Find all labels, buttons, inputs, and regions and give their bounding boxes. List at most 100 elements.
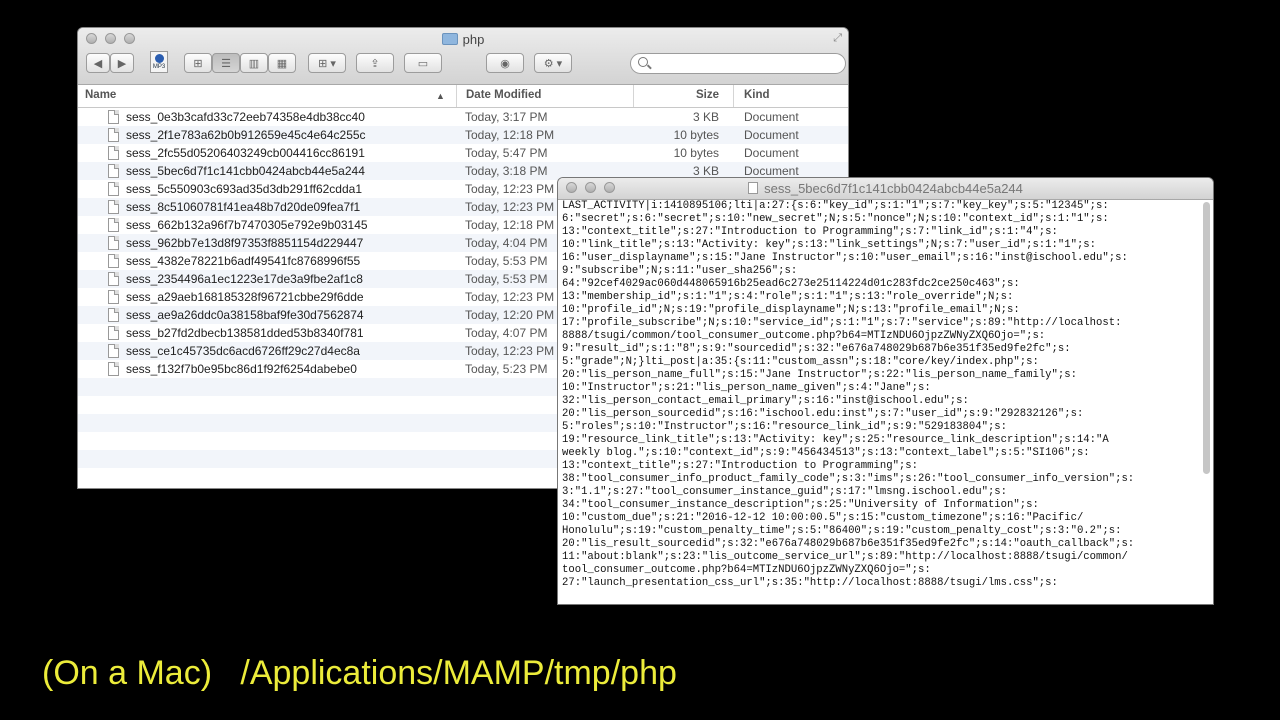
content-line: 13:"context_title";s:27:"Introduction to…: [562, 460, 919, 472]
content-line: 3:"1.1";s:27:"tool_consumer_instance_gui…: [562, 486, 1008, 498]
file-row[interactable]: sess_2f1e783a62b0b912659e45c4e64c255c Tod…: [78, 126, 848, 144]
search-icon: [638, 57, 648, 67]
file-date-modified: Today, 3:17 PM: [465, 110, 548, 124]
file-name: sess_f132f7b0e95bc86d1f92f6254dabebe0: [126, 362, 357, 376]
file-date-modified: Today, 12:18 PM: [465, 128, 555, 142]
content-line: 9:"result_id";s:1:"8";s:9:"sourcedid";s:…: [562, 343, 1071, 355]
file-name: sess_0e3b3cafd33c72eeb74358e4db38cc40: [126, 110, 365, 124]
content-line: 20:"lis_result_sourcedid";s:32:"e676a748…: [562, 538, 1135, 550]
document-icon: [108, 272, 119, 286]
file-name: sess_962bb7e13d8f97353f8851154d229447: [126, 236, 364, 250]
content-line: 10:"profile_id";N;s:19:"profile_displayn…: [562, 304, 1020, 316]
content-line: 27:"launch_presentation_css_url";s:35:"h…: [562, 577, 1058, 589]
document-icon: [108, 218, 119, 232]
file-date-modified: Today, 12:23 PM: [465, 182, 555, 196]
content-line: LAST_ACTIVITY|i:1410895106;lti|a:27:{s:6…: [562, 200, 1109, 212]
mp3-label: MP3: [152, 64, 166, 70]
back-button[interactable]: ◀: [86, 53, 110, 73]
folder-icon: [441, 33, 458, 45]
file-date-modified: Today, 12:20 PM: [465, 308, 555, 322]
file-size: 10 bytes: [673, 146, 719, 160]
content-line: 19:"resource_link_title";s:13:"Activity:…: [562, 434, 1109, 446]
file-name: sess_b27fd2dbecb138581dded53b8340f781: [126, 326, 364, 340]
icon-view-button[interactable]: ⊞: [184, 53, 212, 73]
action-button[interactable]: ⚙ ▾: [534, 53, 572, 73]
content-line: 6:"secret";s:6:"secret";s:10:"new_secret…: [562, 213, 1109, 225]
content-line: 9:"subscribe";N;s:11:"user_sha256";s:: [562, 265, 798, 277]
text-viewer-window: sess_5bec6d7f1c141cbb0424abcb44e5a244 LA…: [558, 178, 1213, 604]
file-size: 3 KB: [692, 110, 719, 124]
content-line: 13:"context_title";s:27:"Introduction to…: [562, 226, 1058, 238]
file-date-modified: Today, 5:47 PM: [465, 146, 548, 160]
coverflow-view-button[interactable]: ▦: [268, 53, 296, 73]
document-icon: [108, 164, 119, 178]
file-kind: Document: [744, 128, 799, 142]
arrange-button[interactable]: ⊞ ▾: [308, 53, 346, 73]
content-line: 11:"about:blank";s:23:"lis_outcome_servi…: [562, 551, 1128, 563]
content-line: 16:"user_displayname";s:15:"Jane Instruc…: [562, 252, 1128, 264]
document-icon: [108, 290, 119, 304]
share-button[interactable]: ⇪: [356, 53, 394, 73]
content-line: 10:"Instructor";s:21:"lis_person_name_gi…: [562, 382, 931, 394]
search-input[interactable]: [630, 53, 846, 74]
list-view-button[interactable]: ☰: [212, 53, 240, 73]
file-name: sess_2fc55d05206403249cb004416cc86191: [126, 146, 365, 160]
file-kind: Document: [744, 110, 799, 124]
viewer-titlebar[interactable]: sess_5bec6d7f1c141cbb0424abcb44e5a244: [558, 178, 1213, 200]
file-kind: Document: [744, 164, 799, 178]
file-name: sess_2354496a1ec1223e17de3a9fbe2af1c8: [126, 272, 363, 286]
content-line: 64:"92cef4029ac060d448065916b25ead6c273e…: [562, 278, 1020, 290]
file-name: sess_5c550903c693ad35d3db291ff62cdda1: [126, 182, 362, 196]
sort-ascending-icon[interactable]: ▲: [436, 91, 445, 101]
content-line: tool_consumer_outcome.php?b64=MTIzNDU6Oj…: [562, 564, 931, 576]
content-line: 10:"link_title";s:13:"Activity: key";s:1…: [562, 239, 1097, 251]
column-kind[interactable]: Kind: [744, 89, 770, 101]
file-size: 10 bytes: [673, 128, 719, 142]
content-line: 32:"lis_person_contact_email_primary";s:…: [562, 395, 969, 407]
content-line: 5:"grade";N;}lti_post|a:35:{s:11:"custom…: [562, 356, 1039, 368]
viewer-title: sess_5bec6d7f1c141cbb0424abcb44e5a244: [558, 181, 1213, 196]
column-date-modified[interactable]: Date Modified: [466, 89, 541, 101]
document-icon: [108, 128, 119, 142]
quick-look-button[interactable]: ◉: [486, 53, 524, 73]
file-row[interactable]: sess_0e3b3cafd33c72eeb74358e4db38cc40 Tod…: [78, 108, 848, 126]
document-icon: [108, 326, 119, 340]
content-line: 20:"lis_person_name_full";s:15:"Jane Ins…: [562, 369, 1077, 381]
file-date-modified: Today, 3:18 PM: [465, 164, 548, 178]
document-icon: [108, 200, 119, 214]
file-name: sess_ce1c45735dc6acd6726ff29c27d4ec8a: [126, 344, 360, 358]
file-date-modified: Today, 4:07 PM: [465, 326, 548, 340]
session-file-content[interactable]: LAST_ACTIVITY|i:1410895106;lti|a:27:{s:6…: [562, 200, 1199, 604]
toolbar: ◀ ▶ MP3 ⊞ ☰ ▥ ▦ ⊞ ▾ ⇪ ▭ ◉ ⚙ ▾: [86, 51, 846, 75]
file-date-modified: Today, 4:04 PM: [465, 236, 548, 250]
content-line: 8888/tsugi/common/tool_consumer_outcome.…: [562, 330, 1046, 342]
document-icon: [108, 182, 119, 196]
document-icon: [108, 254, 119, 268]
file-name: sess_ae9a26ddc0a38158baf9fe30d7562874: [126, 308, 364, 322]
content-line: 20:"lis_person_sourcedid";s:16:"ischool.…: [562, 408, 1084, 420]
mp3-file-icon[interactable]: MP3: [150, 51, 168, 73]
fullscreen-icon[interactable]: ⤢: [833, 32, 842, 45]
tags-button[interactable]: ▭: [404, 53, 442, 73]
document-icon: [748, 182, 759, 194]
file-name: sess_a29aeb168185328f96721cbbe29f6dde: [126, 290, 364, 304]
file-kind: Document: [744, 146, 799, 160]
file-row[interactable]: sess_2fc55d05206403249cb004416cc86191 Tod…: [78, 144, 848, 162]
document-icon: [108, 110, 119, 124]
vertical-scrollbar[interactable]: [1203, 202, 1210, 474]
file-name: sess_8c51060781f41ea48b7d20de09fea7f1: [126, 200, 361, 214]
document-icon: [108, 146, 119, 160]
viewer-title-text: sess_5bec6d7f1c141cbb0424abcb44e5a244: [764, 181, 1023, 196]
content-line: weekly blog.";s:10:"context_id";s:9:"456…: [562, 447, 1090, 459]
file-name: sess_5bec6d7f1c141cbb0424abcb44e5a244: [126, 164, 365, 178]
document-icon: [108, 344, 119, 358]
content-line: 38:"tool_consumer_info_product_family_co…: [562, 473, 1135, 485]
content-line: 17:"profile_subscribe";N;s:10:"service_i…: [562, 317, 1122, 329]
column-name[interactable]: Name: [85, 89, 116, 101]
column-view-button[interactable]: ▥: [240, 53, 268, 73]
document-icon: [108, 362, 119, 376]
finder-titlebar[interactable]: php ⤢ ◀ ▶ MP3 ⊞ ☰ ▥ ▦ ⊞ ▾ ⇪ ▭ ◉ ⚙ ▾: [78, 28, 848, 85]
column-size[interactable]: Size: [696, 89, 719, 101]
forward-button[interactable]: ▶: [110, 53, 134, 73]
file-date-modified: Today, 5:53 PM: [465, 254, 548, 268]
